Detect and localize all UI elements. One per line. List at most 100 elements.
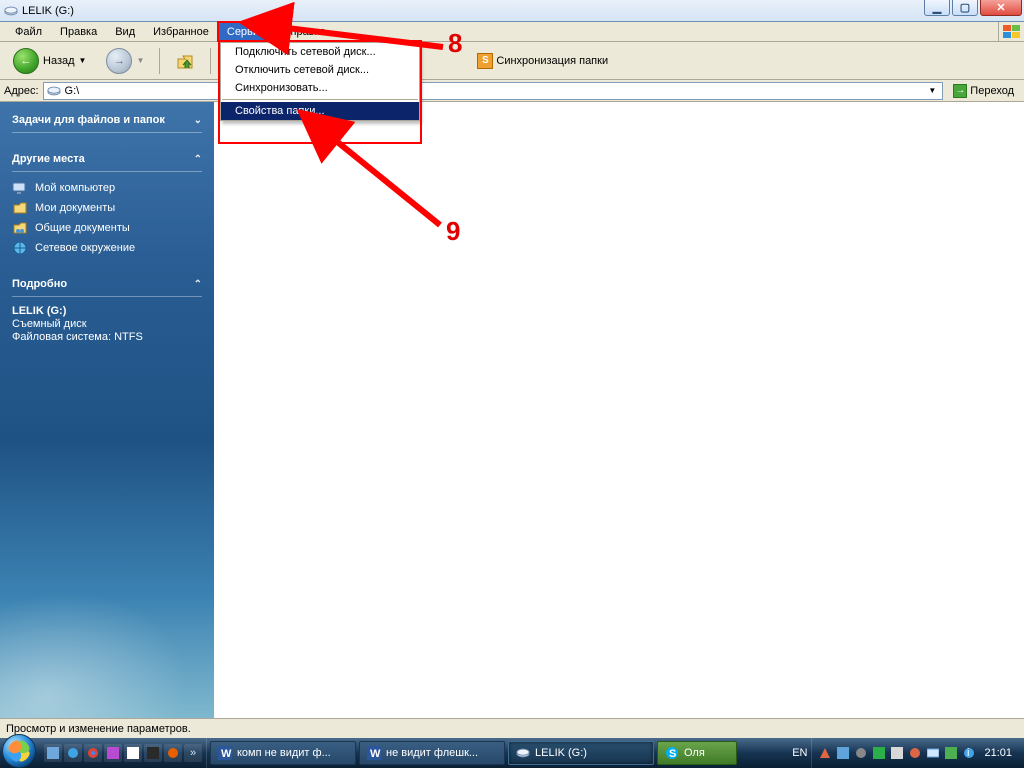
tray-icon[interactable] (836, 746, 850, 760)
quick-launch: » (40, 738, 207, 768)
network-icon (12, 240, 28, 256)
drive-icon (4, 4, 18, 18)
menu-file[interactable]: Файл (6, 22, 51, 41)
section-other-places[interactable]: Другие места ⌃ (12, 153, 202, 165)
menuitem-folder-options[interactable]: Свойства папки... (221, 102, 419, 120)
forward-button[interactable]: → ▼ (99, 47, 151, 75)
tray-icon[interactable] (944, 746, 958, 760)
address-bar: Адрес: G:\ ▼ → Переход (0, 80, 1024, 102)
details-drive-type: Съемный диск (12, 318, 202, 330)
section-details-head[interactable]: Подробно ⌃ (12, 278, 202, 290)
place-label: Мои документы (35, 202, 115, 214)
close-button[interactable]: ✕ (980, 0, 1022, 16)
taskbar-tasks: W комп не видит ф... W не видит флешк...… (207, 738, 788, 768)
ql-app[interactable] (124, 744, 142, 762)
address-value: G:\ (65, 85, 80, 97)
forward-dropdown-icon: ▼ (136, 56, 144, 65)
section-other-places-label: Другие места (12, 153, 85, 165)
windows-flag-icon[interactable] (998, 22, 1024, 41)
tray-icon[interactable] (908, 746, 922, 760)
sync-folder-button[interactable]: S Синхронизация папки (477, 53, 608, 69)
ql-chevron[interactable]: » (184, 744, 202, 762)
ql-app[interactable] (104, 744, 122, 762)
tray-icon[interactable] (818, 746, 832, 760)
section-file-tasks[interactable]: Задачи для файлов и папок ⌄ (12, 114, 202, 126)
svg-text:S: S (669, 748, 676, 760)
language-indicator[interactable]: EN (788, 747, 811, 759)
forward-arrow-icon: → (106, 48, 132, 74)
svg-text:W: W (370, 748, 381, 760)
tray-icon[interactable] (854, 746, 868, 760)
tasks-pane: Задачи для файлов и папок ⌄ Другие места… (0, 102, 214, 718)
place-label: Мой компьютер (35, 182, 115, 194)
section-separator (12, 132, 202, 133)
up-button[interactable] (168, 47, 202, 75)
taskbar: » W комп не видит ф... W не видит флешк.… (0, 738, 1024, 768)
task-word-2[interactable]: W не видит флешк... (359, 741, 505, 765)
ql-show-desktop[interactable] (44, 744, 62, 762)
menu-view[interactable]: Вид (106, 22, 144, 41)
ql-chrome[interactable] (84, 744, 102, 762)
task-label: LELIK (G:) (535, 747, 587, 759)
chevron-up-icon: ⌃ (194, 279, 202, 290)
address-dropdown-icon[interactable]: ▼ (925, 86, 939, 95)
tray-icon[interactable]: i (962, 746, 976, 760)
tools-dropdown: Подключить сетевой диск... Отключить сет… (220, 42, 420, 121)
place-my-computer[interactable]: Мой компьютер (12, 180, 202, 196)
menu-favorites[interactable]: Избранное (144, 22, 218, 41)
task-skype[interactable]: S Оля (657, 741, 737, 765)
task-label: комп не видит ф... (237, 747, 331, 759)
place-label: Общие документы (35, 222, 130, 234)
place-shared-documents[interactable]: Общие документы (12, 220, 202, 236)
menuitem-disconnect-network[interactable]: Отключить сетевой диск... (221, 61, 419, 79)
system-tray: i 21:01 (811, 738, 1022, 768)
menu-help[interactable]: Справка (274, 22, 335, 41)
place-my-documents[interactable]: Мои документы (12, 200, 202, 216)
details-filesystem: Файловая система: NTFS (12, 331, 202, 343)
task-explorer[interactable]: LELIK (G:) (508, 741, 654, 765)
window-title: LELIK (G:) (22, 5, 1020, 17)
back-label: Назад (43, 55, 75, 67)
back-dropdown-icon: ▼ (79, 56, 87, 65)
folder-content-area[interactable] (214, 102, 1024, 718)
toolbar: ← Назад ▼ → ▼ S Синхронизация папки (0, 42, 1024, 80)
task-word-1[interactable]: W комп не видит ф... (210, 741, 356, 765)
ql-firefox[interactable] (164, 744, 182, 762)
explorer-body: Задачи для файлов и папок ⌄ Другие места… (0, 102, 1024, 718)
chevron-down-icon: ⌄ (194, 115, 202, 126)
menuitem-map-network-drive[interactable]: Подключить сетевой диск... (221, 43, 419, 61)
menubar: Файл Правка Вид Избранное Сервис Справка (0, 22, 1024, 42)
minimize-button[interactable]: ▁ (924, 0, 950, 16)
tray-icon[interactable] (926, 746, 940, 760)
section-details: Подробно ⌃ LELIK (G:) Съемный диск Файло… (12, 278, 202, 343)
menuitem-synchronize[interactable]: Синхронизовать... (221, 79, 419, 97)
drive-icon (516, 746, 530, 760)
section-separator (12, 296, 202, 297)
task-label: не видит флешк... (386, 747, 478, 759)
maximize-button[interactable]: ▢ (952, 0, 978, 16)
ql-ie[interactable] (64, 744, 82, 762)
place-network[interactable]: Сетевое окружение (12, 240, 202, 256)
details-title: LELIK (G:) (12, 305, 202, 317)
documents-icon (12, 200, 28, 216)
status-bar: Просмотр и изменение параметров. (0, 718, 1024, 738)
menu-tools[interactable]: Сервис (218, 22, 274, 41)
tray-icon[interactable] (890, 746, 904, 760)
menu-edit[interactable]: Правка (51, 22, 106, 41)
toolbar-separator (159, 48, 160, 74)
drive-icon (47, 84, 61, 98)
tray-icon[interactable] (872, 746, 886, 760)
start-button[interactable] (2, 734, 36, 768)
go-button[interactable]: → Переход (947, 82, 1020, 100)
task-label: Оля (684, 747, 705, 759)
back-button[interactable]: ← Назад ▼ (6, 47, 93, 75)
go-label: Переход (970, 85, 1014, 97)
taskbar-clock[interactable]: 21:01 (980, 747, 1016, 759)
address-input[interactable]: G:\ ▼ (43, 82, 944, 100)
address-label: Адрес: (4, 85, 39, 97)
section-file-tasks-label: Задачи для файлов и папок (12, 114, 165, 126)
status-text: Просмотр и изменение параметров. (6, 723, 191, 735)
ql-app[interactable] (144, 744, 162, 762)
svg-text:W: W (221, 748, 232, 760)
section-details-label: Подробно (12, 278, 67, 290)
